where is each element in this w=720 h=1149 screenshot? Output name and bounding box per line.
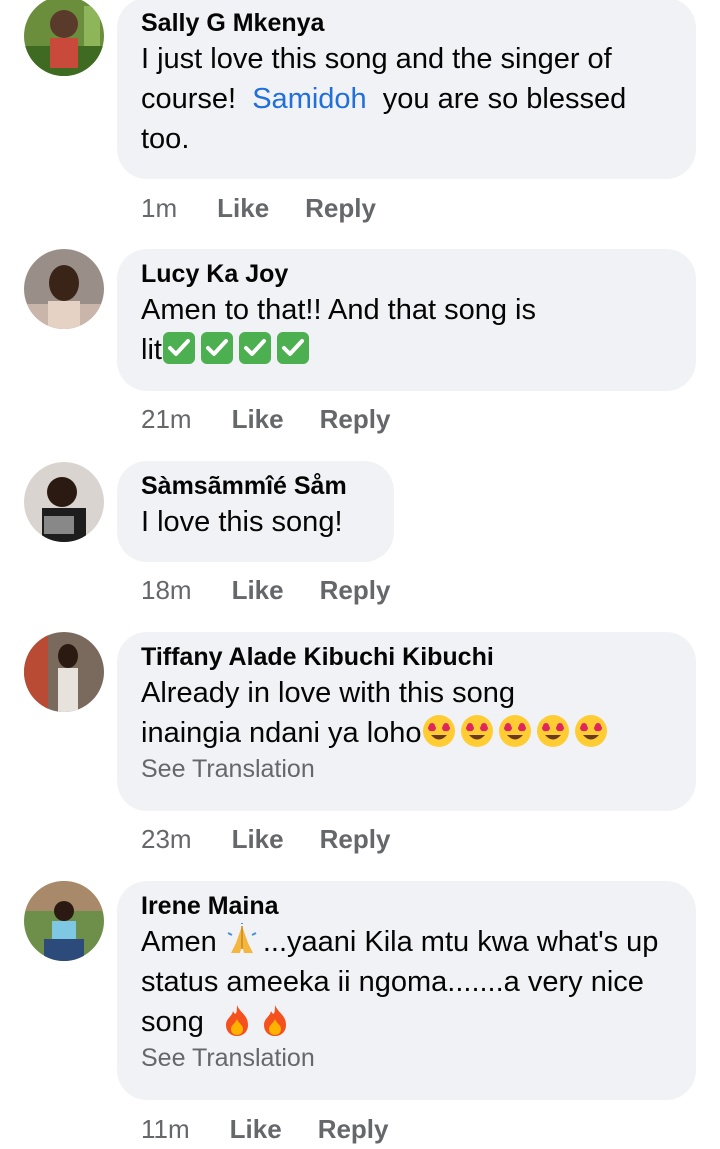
comment-text: I just love this song and the singer of … [141, 39, 672, 159]
comment-author[interactable]: Tiffany Alade Kibuchi Kibuchi [141, 642, 672, 672]
comment-actions: 1m Like Reply [141, 192, 412, 224]
comment-time[interactable]: 1m [141, 192, 177, 224]
comment-time[interactable]: 21m [141, 403, 192, 435]
comment-time[interactable]: 18m [141, 574, 192, 606]
comment-time[interactable]: 11m [141, 1113, 190, 1145]
like-button[interactable]: Like [217, 192, 269, 224]
heart-eyes-emoji [536, 714, 570, 748]
comment-text-part: Amen [141, 926, 225, 958]
like-button[interactable]: Like [232, 574, 284, 606]
comment-author[interactable]: Sàmsãmmîé Såm [141, 471, 370, 501]
reply-button[interactable]: Reply [318, 1113, 389, 1145]
comment-bubble: Sally G Mkenya I just love this song and… [117, 0, 696, 179]
check-mark-emoji [200, 331, 234, 365]
like-button[interactable]: Like [232, 823, 284, 855]
heart-eyes-emoji [460, 714, 494, 748]
comment-author[interactable]: Irene Maina [141, 891, 672, 921]
comment-actions: 18m Like Reply [141, 574, 426, 606]
reply-button[interactable]: Reply [320, 574, 391, 606]
folded-hands-emoji [225, 923, 259, 957]
comment-text-line: inaingia ndani ya loho [141, 717, 422, 749]
reply-button[interactable]: Reply [320, 823, 391, 855]
see-translation-link[interactable]: See Translation [141, 753, 672, 785]
avatar[interactable] [24, 462, 104, 542]
avatar[interactable] [24, 249, 104, 329]
reply-button[interactable]: Reply [305, 192, 376, 224]
comment-bubble: Irene Maina Amen ...yaani Kila mtu kwa w… [117, 881, 696, 1100]
comment-actions: 11m Like Reply [141, 1113, 425, 1145]
reply-button[interactable]: Reply [320, 403, 391, 435]
like-button[interactable]: Like [230, 1113, 282, 1145]
mention-link[interactable]: Samidoh [252, 83, 366, 115]
comment-text: Already in love with this song inaingia n… [141, 673, 672, 753]
comment-text-line: Amen to that!! And that song is [141, 294, 536, 326]
fire-emoji [258, 1003, 292, 1037]
fire-emoji [220, 1003, 254, 1037]
comment-bubble: Sàmsãmmîé Såm I love this song! [117, 461, 394, 562]
comment-text: I love this song! [141, 506, 343, 538]
heart-eyes-emoji [422, 714, 456, 748]
check-mark-emoji [162, 331, 196, 365]
comment-bubble: Lucy Ka Joy Amen to that!! And that song… [117, 249, 696, 391]
comment-text-line: lit [141, 334, 162, 366]
comment-author[interactable]: Lucy Ka Joy [141, 259, 672, 289]
comment-text: Amen to that!! And that song is lit [141, 290, 672, 370]
heart-eyes-emoji [498, 714, 532, 748]
avatar[interactable] [24, 632, 104, 712]
comment-actions: 21m Like Reply [141, 403, 426, 435]
comment-text-line: Already in love with this song [141, 677, 515, 709]
check-mark-emoji [276, 331, 310, 365]
comment-time[interactable]: 23m [141, 823, 192, 855]
comment-text: Amen ...yaani Kila mtu kwa what's up sta… [141, 922, 672, 1042]
comment-bubble: Tiffany Alade Kibuchi Kibuchi Already in… [117, 632, 696, 811]
check-mark-emoji [238, 331, 272, 365]
comment-author[interactable]: Sally G Mkenya [141, 8, 672, 38]
comment-actions: 23m Like Reply [141, 823, 426, 855]
see-translation-link[interactable]: See Translation [141, 1042, 672, 1074]
like-button[interactable]: Like [232, 403, 284, 435]
avatar[interactable] [24, 881, 104, 961]
heart-eyes-emoji [574, 714, 608, 748]
avatar[interactable] [24, 0, 104, 76]
